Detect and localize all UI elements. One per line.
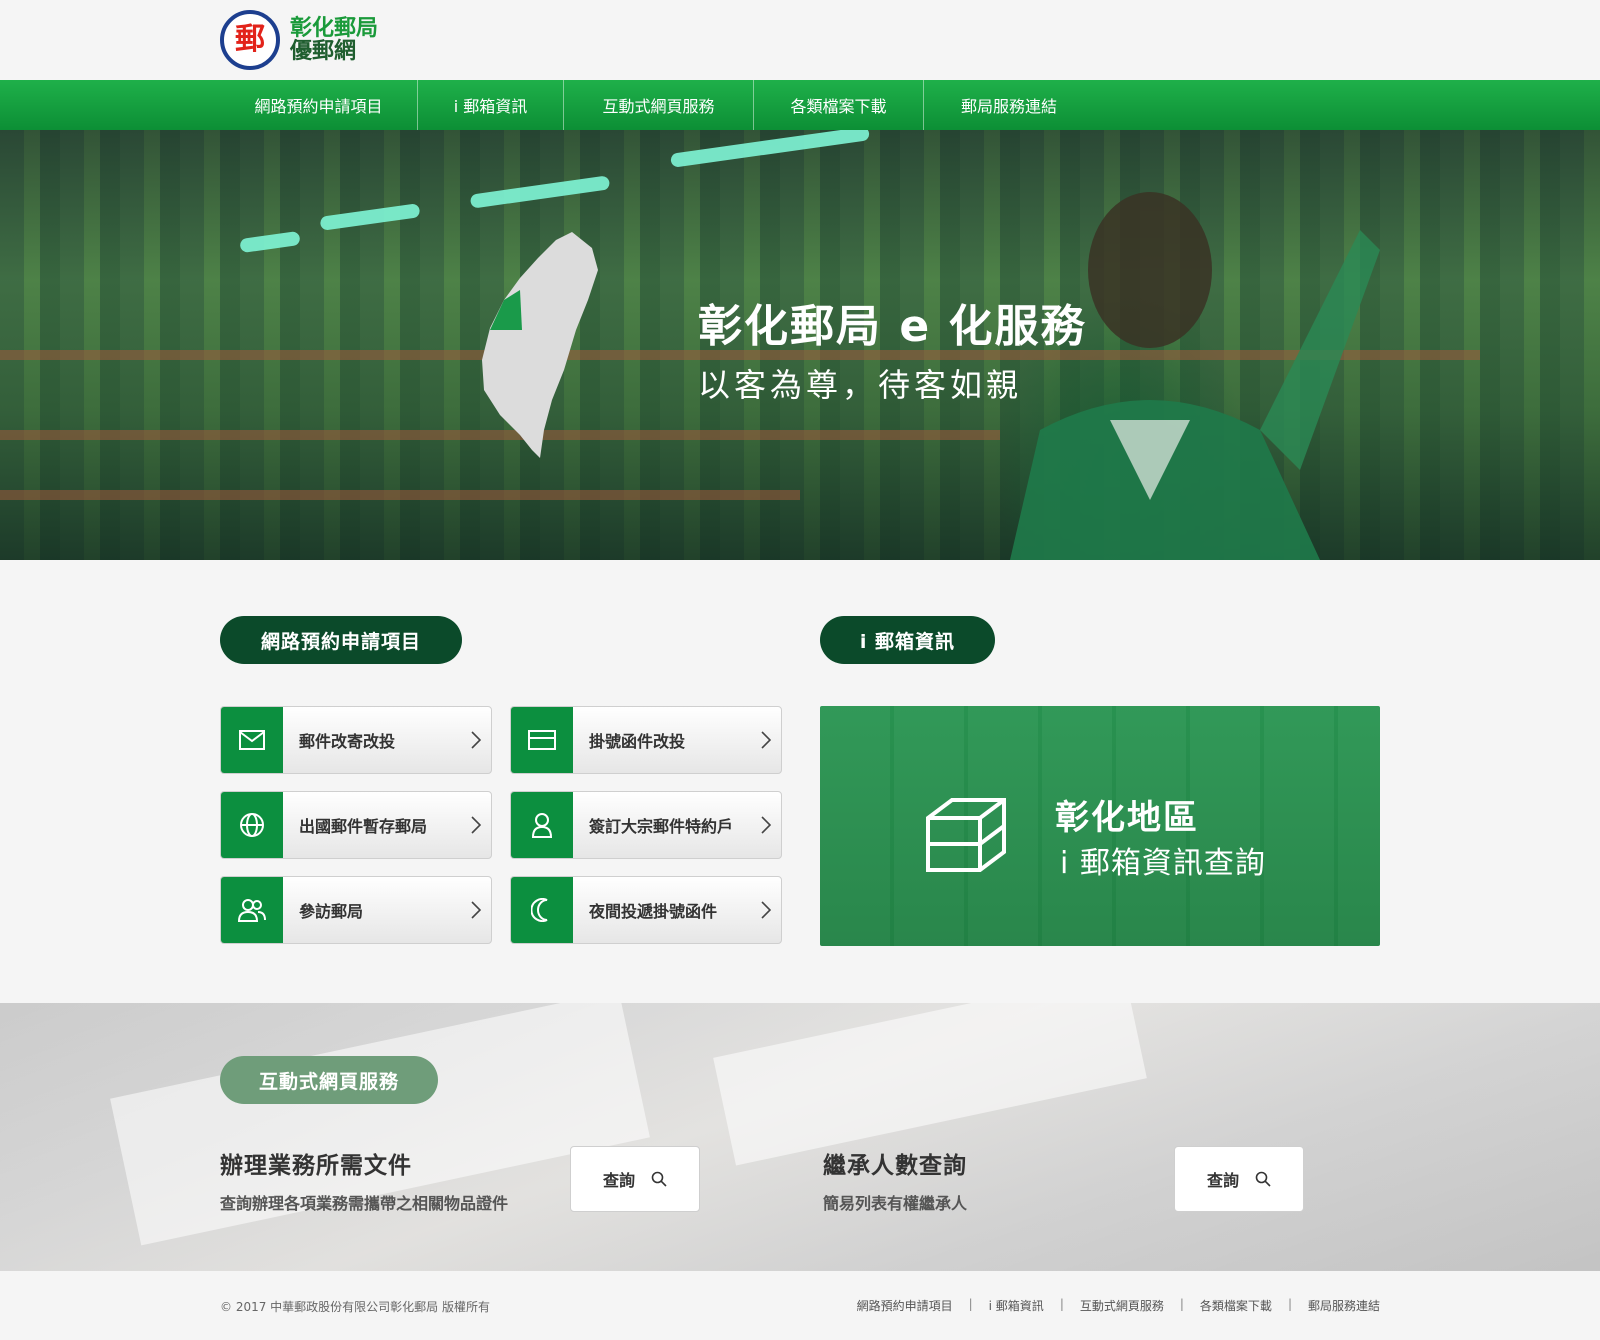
globe-icon xyxy=(221,792,283,858)
night-registered-delivery-button[interactable]: 夜間投遞掛號函件 xyxy=(510,876,782,944)
ibox-heading: i 郵箱資訊 xyxy=(820,616,995,664)
envelope-icon xyxy=(221,707,283,773)
background-paper xyxy=(713,1003,1147,1166)
copyright-text: © 2017 中華郵政股份有限公司彰化郵局 版權所有 xyxy=(220,1300,490,1314)
footer-separator: | xyxy=(1287,1297,1292,1311)
taiwan-map-icon xyxy=(482,232,598,458)
nav-item-ibox[interactable]: i 郵箱資訊 xyxy=(418,80,564,130)
nav-item-post-links[interactable]: 郵局服務連結 xyxy=(924,80,1094,130)
ibox-banner-title: 彰化地區 xyxy=(1055,798,1199,838)
mail-redirect-button[interactable]: 郵件改寄改投 xyxy=(220,706,492,774)
interactive-heading: 互動式網頁服務 xyxy=(220,1056,438,1104)
service-label: 夜間投遞掛號函件 xyxy=(589,902,718,921)
visit-post-office-button[interactable]: 參訪郵局 xyxy=(220,876,492,944)
required-documents-title: 辦理業務所需文件 xyxy=(220,1153,412,1179)
required-documents-query-button[interactable]: 查詢 xyxy=(570,1146,700,1212)
search-icon xyxy=(1255,1171,1271,1187)
ibox-banner-subtitle: i 郵箱資訊查詢 xyxy=(1060,846,1266,881)
logo-line2: 優郵網 xyxy=(290,39,357,64)
site-logo[interactable]: 郵 彰化郵局 優郵網 xyxy=(220,10,378,70)
logo-line1: 彰化郵局 xyxy=(290,15,379,41)
online-booking-heading: 網路預約申請項目 xyxy=(220,616,462,664)
footer-separator: | xyxy=(1179,1297,1184,1311)
nav-item-interactive[interactable]: 互動式網頁服務 xyxy=(564,80,754,130)
service-label: 郵件改寄改投 xyxy=(299,732,396,751)
chevron-right-icon xyxy=(751,877,781,943)
hero-lamp xyxy=(469,175,611,209)
site-footer: © 2017 中華郵政股份有限公司彰化郵局 版權所有 網路預約申請項目 | i … xyxy=(0,1271,1600,1340)
footer-separator: | xyxy=(1059,1297,1064,1311)
nav-item-online-booking[interactable]: 網路預約申請項目 xyxy=(220,80,418,130)
heir-query-button[interactable]: 查詢 xyxy=(1174,1146,1304,1212)
hero-lamp xyxy=(239,230,301,254)
overseas-mail-hold-button[interactable]: 出國郵件暫存郵局 xyxy=(220,791,492,859)
logo-glyph: 郵 xyxy=(235,22,265,57)
service-label: 出國郵件暫存郵局 xyxy=(299,817,428,836)
bulk-mail-contract-button[interactable]: 簽訂大宗郵件特約戶 xyxy=(510,791,782,859)
moon-icon xyxy=(511,877,573,943)
footer-link-online-booking[interactable]: 網路預約申請項目 xyxy=(857,1297,953,1314)
nav-item-downloads[interactable]: 各類檔案下載 xyxy=(754,80,924,130)
heir-query-desc: 簡易列表有權繼承人 xyxy=(823,1194,968,1213)
ibox-query-banner[interactable]: 彰化地區 i 郵箱資訊查詢 xyxy=(820,706,1380,946)
package-icon xyxy=(926,798,1006,872)
hero-title: 彰化郵局 e 化服務 xyxy=(698,301,1087,352)
post-logo-icon: 郵 xyxy=(220,10,280,70)
logo-text: 彰化郵局 優郵網 xyxy=(290,17,378,63)
chevron-right-icon xyxy=(751,707,781,773)
interactive-services-section xyxy=(0,1003,1600,1271)
user-icon xyxy=(511,792,573,858)
service-label: 參訪郵局 xyxy=(299,902,364,921)
chevron-right-icon xyxy=(751,792,781,858)
main-nav: 網路預約申請項目 i 郵箱資訊 互動式網頁服務 各類檔案下載 郵局服務連結 xyxy=(0,80,1600,130)
footer-links: 網路預約申請項目 | i 郵箱資訊 | 互動式網頁服務 | 各類檔案下載 | 郵… xyxy=(857,1297,1380,1314)
hero-banner: 彰化郵局 e 化服務 以客為尊，待客如親 xyxy=(0,130,1600,560)
hero-lamp xyxy=(669,130,871,168)
chevron-right-icon xyxy=(461,792,491,858)
chevron-right-icon xyxy=(461,877,491,943)
service-label: 簽訂大宗郵件特約戶 xyxy=(589,817,734,836)
main-nav-list: 網路預約申請項目 i 郵箱資訊 互動式網頁服務 各類檔案下載 郵局服務連結 xyxy=(220,80,1094,130)
users-icon xyxy=(221,877,283,943)
card-icon xyxy=(511,707,573,773)
required-documents-desc: 查詢辦理各項業務需攜帶之相關物品證件 xyxy=(220,1194,509,1213)
site-header: 郵 彰化郵局 優郵網 xyxy=(0,0,1600,80)
postal-worker-illustration xyxy=(1010,192,1380,560)
query-button-label: 查詢 xyxy=(602,1171,635,1190)
footer-separator: | xyxy=(968,1297,973,1311)
footer-link-ibox[interactable]: i 郵箱資訊 xyxy=(989,1297,1044,1314)
service-label: 掛號函件改投 xyxy=(589,732,686,751)
footer-link-interactive[interactable]: 互動式網頁服務 xyxy=(1080,1297,1164,1314)
search-icon xyxy=(651,1171,667,1187)
registered-mail-redirect-button[interactable]: 掛號函件改投 xyxy=(510,706,782,774)
footer-link-post-links[interactable]: 郵局服務連結 xyxy=(1308,1297,1380,1314)
hero-subtitle: 以客為尊，待客如親 xyxy=(698,366,1023,404)
hero-lamp xyxy=(319,203,421,231)
chevron-right-icon xyxy=(461,707,491,773)
footer-link-downloads[interactable]: 各類檔案下載 xyxy=(1200,1297,1272,1314)
query-button-label: 查詢 xyxy=(1206,1171,1239,1190)
hero-shelf xyxy=(0,490,800,500)
heir-query-title: 繼承人數查詢 xyxy=(823,1153,967,1179)
